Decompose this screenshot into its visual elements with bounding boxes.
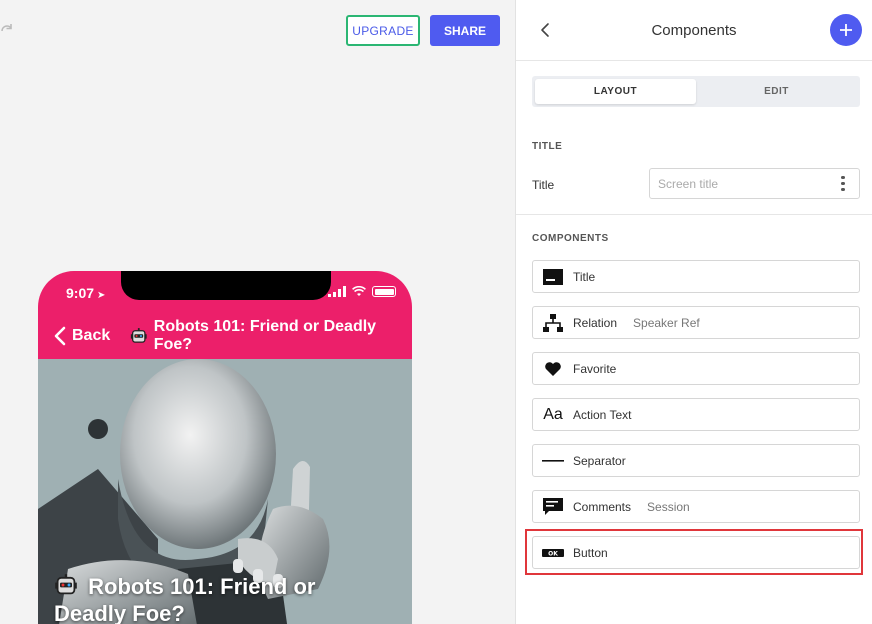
add-component-button[interactable] — [830, 14, 862, 46]
phone-nav-title: Robots 101: Friend or Deadly Foe? — [130, 318, 412, 354]
panel-header: Components — [516, 0, 872, 61]
hero-title: Robots 101: Friend or Deadly Foe? — [54, 573, 374, 624]
panel-tabs: LAYOUT EDIT — [532, 76, 860, 107]
components-panel: Components LAYOUT EDIT TITLE Title COMPO… — [515, 0, 872, 624]
line-icon — [542, 451, 564, 471]
component-list: Title Relation Speaker Ref Favorite Aa A… — [532, 260, 860, 582]
component-label: Action Text — [573, 407, 632, 422]
phone-back-label: Back — [72, 327, 111, 344]
more-options-icon[interactable] — [833, 174, 853, 194]
component-label: Button — [573, 545, 608, 560]
robot-emoji-icon — [131, 328, 147, 343]
chevron-left-icon — [54, 326, 66, 346]
share-button[interactable]: SHARE — [430, 15, 500, 46]
component-relation[interactable]: Relation Speaker Ref — [532, 306, 860, 339]
component-separator[interactable]: Separator — [532, 444, 860, 477]
component-label: Title — [573, 269, 596, 284]
hero-image: Robots 101: Friend or Deadly Foe? — [38, 359, 412, 624]
component-favorite[interactable]: Favorite — [532, 352, 860, 385]
title-section-heading: TITLE — [532, 141, 563, 152]
wifi-icon — [352, 286, 366, 296]
hierarchy-icon — [542, 313, 564, 333]
component-sublabel: Session — [647, 499, 690, 514]
component-label: Comments — [573, 499, 632, 514]
robot-emoji-icon — [55, 574, 77, 595]
component-title[interactable]: Title — [532, 260, 860, 293]
component-label: Relation — [573, 315, 618, 330]
battery-icon — [372, 286, 396, 297]
heart-icon — [542, 359, 564, 379]
component-sublabel: Speaker Ref — [633, 315, 700, 330]
components-section-heading: COMPONENTS — [532, 233, 609, 244]
screen-title-input[interactable] — [658, 176, 833, 191]
tab-layout[interactable]: LAYOUT — [535, 79, 696, 104]
phone-back-button[interactable]: Back — [54, 326, 110, 346]
tab-edit[interactable]: EDIT — [696, 79, 857, 104]
upgrade-button[interactable]: UPGRADE — [346, 15, 420, 46]
svg-text:OK: OK — [548, 550, 558, 557]
status-time: 9:07 — [66, 285, 95, 301]
phone-nav-bar: Back Robots 101: Friend or Deadly Foe? — [38, 313, 412, 359]
plus-icon — [840, 24, 852, 36]
comment-icon — [542, 497, 564, 517]
canvas-area: UPGRADE SHARE 9:07 ➤ Back Robots 101: Fri… — [0, 0, 515, 624]
component-label: Separator — [573, 453, 626, 468]
phone-nav-title-text: Robots 101: Friend or Deadly Foe? — [153, 318, 377, 353]
hero-title-text: Robots 101: Friend or Deadly Foe? — [54, 574, 316, 624]
cellular-signal-icon — [328, 286, 346, 297]
text-aa-icon: Aa — [543, 405, 563, 423]
ok-button-icon: OK — [542, 543, 564, 563]
screen-title-field — [649, 168, 860, 199]
status-bar: 9:07 ➤ — [38, 271, 412, 313]
component-action-text[interactable]: Aa Action Text — [532, 398, 860, 431]
redo-icon[interactable] — [0, 22, 16, 38]
location-arrow-icon: ➤ — [97, 290, 106, 301]
component-label: Favorite — [573, 361, 617, 376]
section-divider — [516, 214, 872, 215]
phone-notch — [121, 271, 331, 300]
component-comments[interactable]: Comments Session — [532, 490, 860, 523]
panel-title: Components — [651, 21, 737, 39]
phone-preview[interactable]: 9:07 ➤ Back Robots 101: Friend or Deadly … — [38, 271, 412, 624]
chevron-left-icon[interactable] — [540, 21, 550, 39]
title-icon — [542, 267, 564, 287]
title-field-label: Title — [532, 178, 555, 192]
component-button[interactable]: OK Button — [532, 536, 860, 569]
